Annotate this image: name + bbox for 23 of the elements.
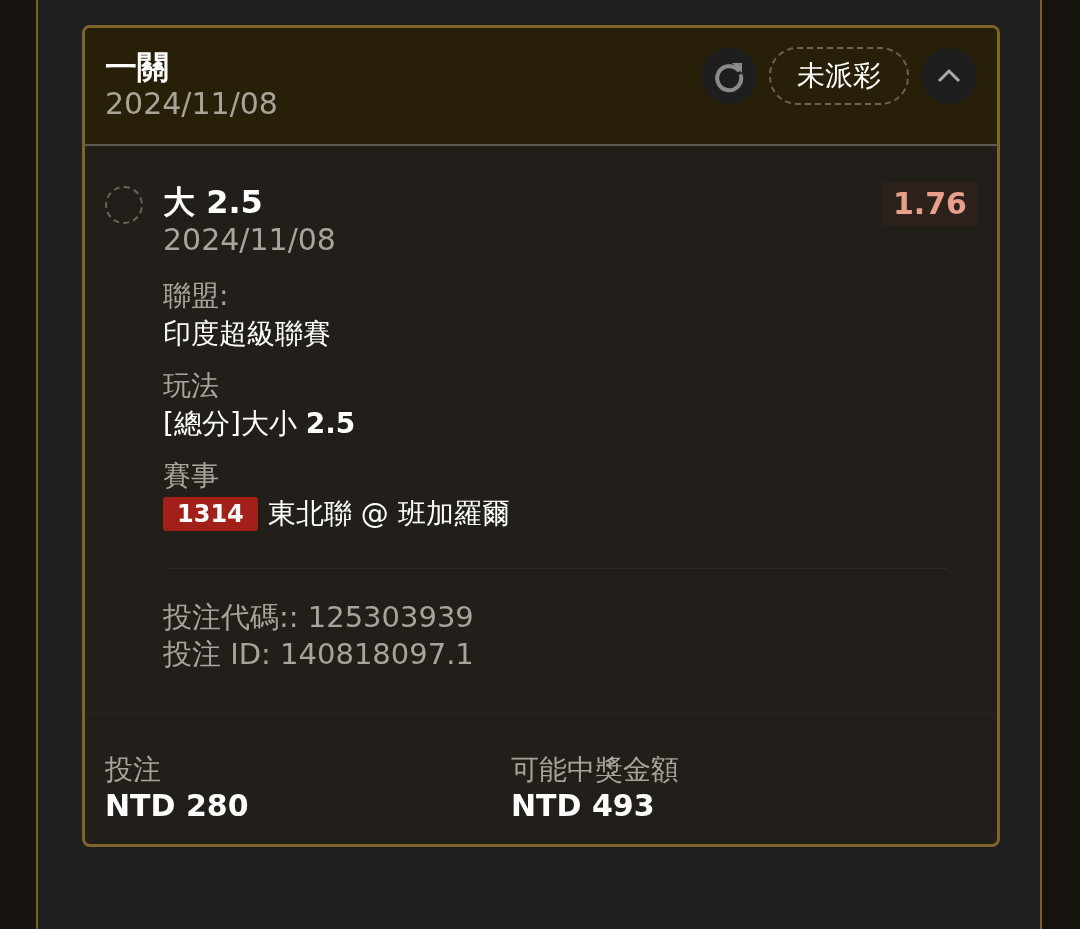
status-badge: 未派彩	[769, 47, 909, 105]
chevron-icon	[936, 68, 962, 84]
bet-id: 投注 ID: 140818097.1	[163, 636, 475, 673]
match-number: 1314	[163, 497, 258, 531]
refresh-button[interactable]	[701, 48, 757, 104]
bet-date: 2024/11/08	[105, 86, 278, 122]
selection-checkbox[interactable]	[105, 186, 143, 224]
detail-label: 聯盟:	[163, 278, 230, 314]
selection-name: 大 2.5	[163, 182, 264, 222]
detail-value: 東北聯 @ 班加羅爾	[267, 496, 510, 532]
bet-code: 投注代碼:: 125303939	[163, 599, 475, 636]
collapse-button[interactable]	[921, 48, 977, 104]
detail-label: 玩法	[163, 368, 220, 404]
detail-label: 賽事	[163, 458, 220, 494]
summary-label: 投注	[105, 752, 162, 788]
summary-amount: NTD 280	[105, 788, 250, 824]
bet-type-title: 一關	[105, 48, 170, 86]
selection-date: 2024/11/08	[163, 222, 336, 258]
detail-value: [總分]大小 2.5	[163, 406, 356, 442]
odds-value: 1.76	[882, 182, 977, 226]
detail-value: 印度超級聯賽	[163, 316, 331, 352]
summary-amount: NTD 493	[511, 788, 656, 824]
summary-label: 可能中獎金額	[511, 752, 680, 788]
